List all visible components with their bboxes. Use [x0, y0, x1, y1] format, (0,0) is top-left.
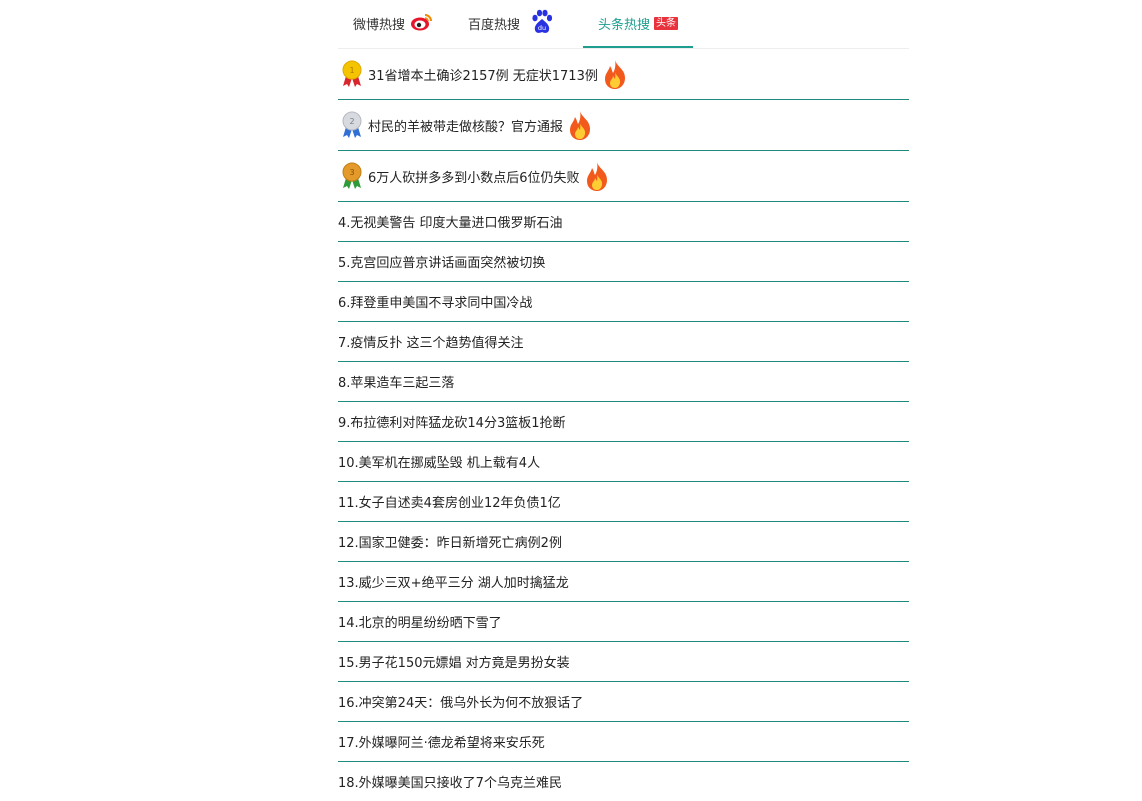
list-item[interactable]: 15.男子花150元嫖娼 对方竟是男扮女装 [338, 642, 909, 682]
list-item[interactable]: 13.威少三双+绝平三分 湖人加时擒猛龙 [338, 562, 909, 602]
list-item-title: 8.苹果造车三起三落 [338, 376, 455, 391]
list-item-title: 7.疫情反扑 这三个趋势值得关注 [338, 336, 524, 351]
weibo-logo-icon [410, 12, 434, 36]
bronze-medal-icon: 3 [340, 162, 364, 190]
list-item[interactable]: 10.美军机在挪威坠毁 机上载有4人 [338, 442, 909, 482]
list-item[interactable]: 12.国家卫健委：昨日新增死亡病例2例 [338, 522, 909, 562]
fire-icon [565, 109, 595, 141]
tab-toutiao-hot[interactable]: 头条热搜 头条 [583, 0, 694, 48]
list-item-title: 6.拜登重申美国不寻求同中国冷战 [338, 296, 533, 311]
list-item[interactable]: 8.苹果造车三起三落 [338, 362, 909, 402]
list-item[interactable]: 16.冲突第24天：俄乌外长为何不放狠话了 [338, 682, 909, 722]
tab-baidu-hot[interactable]: 百度热搜 du [468, 0, 554, 47]
list-item[interactable]: 6.拜登重申美国不寻求同中国冷战 [338, 282, 909, 322]
toutiao-badge-icon: 头条 [654, 16, 679, 30]
list-item-title: 16.冲突第24天：俄乌外长为何不放狠话了 [338, 696, 584, 711]
list-item-title: 15.男子花150元嫖娼 对方竟是男扮女装 [338, 656, 570, 671]
list-item-title: 10.美军机在挪威坠毁 机上载有4人 [338, 456, 541, 471]
svg-text:3: 3 [349, 168, 354, 177]
svg-text:du: du [538, 24, 546, 32]
list-item[interactable]: 18.外媒曝美国只接收了7个乌克兰难民 [338, 762, 909, 801]
list-item-title: 17.外媒曝阿兰·德龙希望将来安乐死 [338, 736, 545, 751]
list-item[interactable]: 5.克宫回应普京讲话画面突然被切换 [338, 242, 909, 282]
list-item-title: 村民的羊被带走做核酸？官方通报 [368, 119, 564, 135]
gold-medal-icon: 1 [340, 60, 364, 88]
tab-weibo-hot[interactable]: 微博热搜 [353, 0, 434, 47]
list-item-title: 13.威少三双+绝平三分 湖人加时擒猛龙 [338, 576, 569, 591]
list-item[interactable]: 17.外媒曝阿兰·德龙希望将来安乐死 [338, 722, 909, 762]
list-item[interactable]: 4.无视美警告 印度大量进口俄罗斯石油 [338, 202, 909, 242]
tab-bar: 微博热搜 百度热搜 du 头条热搜 头条 [338, 0, 909, 49]
tab-toutiao-label: 头条热搜 [598, 17, 651, 33]
list-item-title: 6万人砍拼多多到小数点后6位仍失败 [368, 170, 580, 186]
hot-list: 1 31省增本土确诊2157例 无症状1713例 2 村民的羊被带走做核酸？官方… [338, 49, 909, 801]
list-item[interactable]: 9.布拉德利对阵猛龙砍14分3篮板1抢断 [338, 402, 909, 442]
fire-icon [600, 58, 630, 90]
list-item-title: 31省增本土确诊2157例 无症状1713例 [368, 68, 598, 84]
svg-text:2: 2 [349, 117, 354, 126]
tab-baidu-label: 百度热搜 [468, 18, 521, 33]
list-item[interactable]: 2 村民的羊被带走做核酸？官方通报 [338, 100, 909, 151]
list-item-title: 11.女子自述卖4套房创业12年负债1亿 [338, 496, 561, 511]
list-item-title: 18.外媒曝美国只接收了7个乌克兰难民 [338, 776, 562, 791]
tab-weibo-label: 微博热搜 [353, 18, 406, 33]
list-item[interactable]: 3 6万人砍拼多多到小数点后6位仍失败 [338, 151, 909, 202]
list-item-title: 5.克宫回应普京讲话画面突然被切换 [338, 256, 546, 271]
silver-medal-icon: 2 [340, 111, 364, 139]
list-item-title: 4.无视美警告 印度大量进口俄罗斯石油 [338, 216, 563, 231]
list-item-title: 12.国家卫健委：昨日新增死亡病例2例 [338, 536, 562, 551]
list-item[interactable]: 7.疫情反扑 这三个趋势值得关注 [338, 322, 909, 362]
baidu-paw-icon: du [530, 9, 554, 39]
list-item[interactable]: 14.北京的明星纷纷晒下雪了 [338, 602, 909, 642]
list-item[interactable]: 11.女子自述卖4套房创业12年负债1亿 [338, 482, 909, 522]
list-item[interactable]: 1 31省增本土确诊2157例 无症状1713例 [338, 49, 909, 100]
list-item-title: 9.布拉德利对阵猛龙砍14分3篮板1抢断 [338, 416, 566, 431]
svg-text:1: 1 [349, 66, 354, 75]
list-item-title: 14.北京的明星纷纷晒下雪了 [338, 616, 502, 631]
hot-search-panel: 微博热搜 百度热搜 du 头条热搜 头条 1 31省增本土确诊2157例 无症状… [338, 0, 909, 801]
fire-icon [582, 160, 612, 192]
